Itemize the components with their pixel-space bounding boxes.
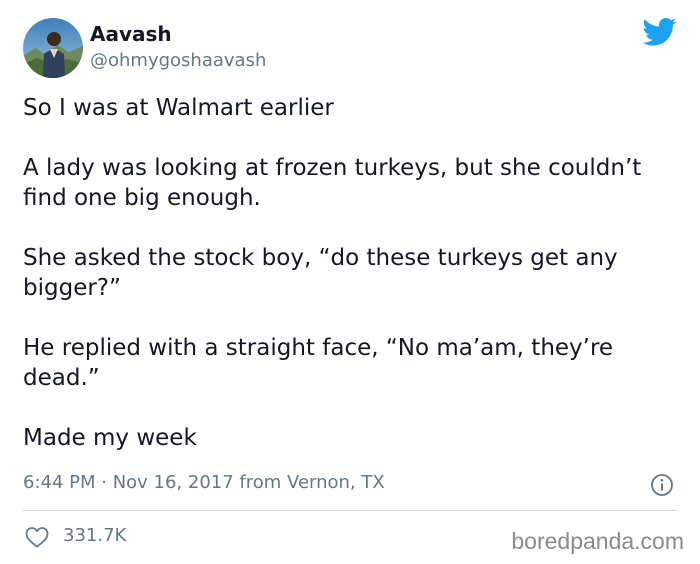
tweet-text: So I was at Walmart earlier A lady was l… xyxy=(23,93,683,453)
display-name[interactable]: Aavash xyxy=(90,22,172,46)
tweet-paragraph: So I was at Walmart earlier xyxy=(23,95,334,121)
tweet-timestamp[interactable]: 6:44 PM · Nov 16, 2017 from Vernon, TX xyxy=(23,472,385,493)
heart-icon[interactable] xyxy=(25,526,49,548)
tweet-card: Aavash @ohmygoshaavash So I was at Walma… xyxy=(0,0,700,564)
tweet-paragraph: He replied with a straight face, “No ma’… xyxy=(23,335,614,391)
user-handle[interactable]: @ohmygoshaavash xyxy=(90,50,266,71)
profile-photo-icon xyxy=(23,18,83,78)
watermark: boredpanda.com xyxy=(511,528,684,554)
info-icon[interactable] xyxy=(650,473,674,497)
like-count[interactable]: 331.7K xyxy=(63,525,126,546)
tweet-paragraph: Made my week xyxy=(23,425,197,451)
tweet-paragraph: She asked the stock boy, “do these turke… xyxy=(23,245,618,301)
avatar[interactable] xyxy=(23,18,83,78)
tweet-paragraph: A lady was looking at frozen turkeys, bu… xyxy=(23,155,642,211)
twitter-bird-icon[interactable] xyxy=(643,17,677,47)
divider xyxy=(23,510,677,511)
